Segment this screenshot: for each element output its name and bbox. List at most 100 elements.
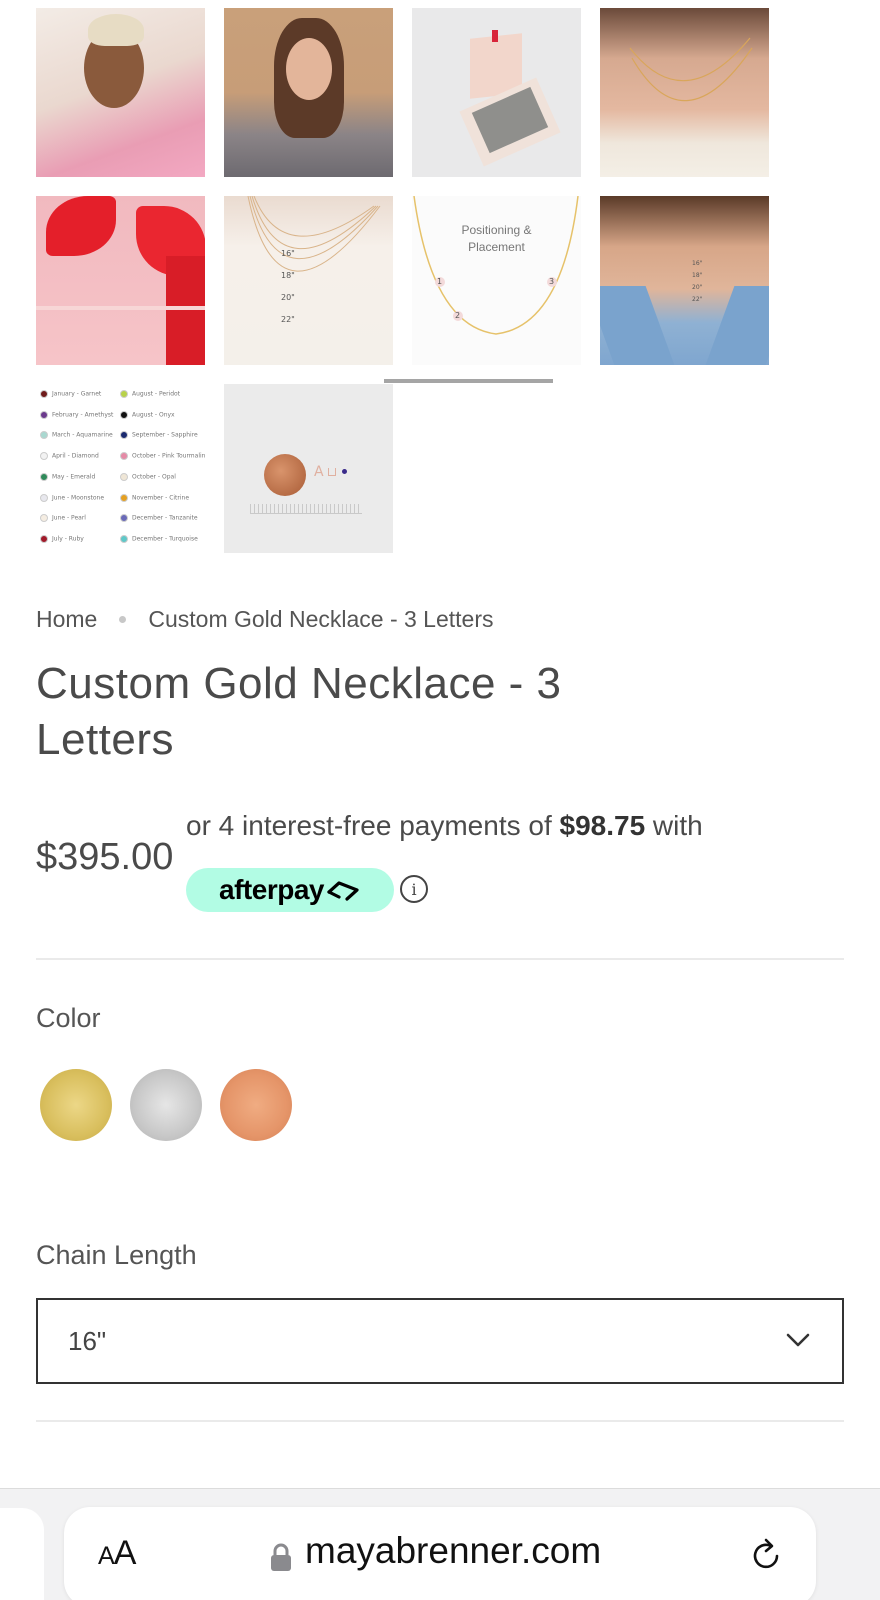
gallery-thumb-chain-length-guide[interactable]: 16" 18" 20" 22"	[224, 196, 393, 365]
birthstone-list: January - Garnet February - Amethyst March…	[36, 384, 205, 553]
birthstone-label: September - Sapphire	[132, 431, 198, 439]
penny-letter: A	[314, 464, 324, 480]
text-size-button[interactable]: AA	[98, 1534, 136, 1573]
chain-length-select[interactable]: 16"	[36, 1298, 844, 1384]
birthstone-dot	[120, 534, 128, 543]
reload-icon[interactable]	[746, 1536, 786, 1576]
birthstone-dot	[40, 534, 48, 543]
birthstone-item: August - Peridot	[120, 390, 180, 398]
gallery-thumb-layered-necklaces-sweater[interactable]	[600, 8, 769, 177]
birthstone-dot	[40, 431, 48, 440]
birthstone-dot	[120, 452, 128, 461]
birthstone-dot	[120, 431, 128, 440]
birthstone-item: May - Emerald	[40, 472, 96, 481]
color-swatch-gold[interactable]	[40, 1069, 112, 1141]
birthstone-dot	[120, 493, 128, 502]
birthstone-item: September - Sapphire	[120, 431, 198, 440]
afterpay-suffix: with	[645, 810, 703, 841]
breadcrumb-current: Custom Gold Necklace - 3 Letters	[148, 606, 494, 632]
birthstone-item: December - Tanzanite	[120, 514, 198, 523]
color-swatch-rose-gold[interactable]	[220, 1069, 292, 1141]
birthstone-item: November - Citrine	[120, 493, 190, 502]
birthstone-label: July - Ruby	[52, 535, 84, 543]
url-domain[interactable]: mayabrenner.com	[305, 1530, 601, 1572]
birthstone-item: December - Turquoise	[120, 534, 198, 543]
gallery-thumb-gift-box[interactable]	[412, 8, 581, 177]
chevron-down-icon	[786, 1333, 810, 1347]
marker-1: 1	[437, 277, 443, 286]
length-label-18: 18"	[281, 271, 295, 280]
divider	[36, 958, 844, 960]
gallery-thumb-size-reference-penny[interactable]: A	[224, 384, 393, 553]
birthstone-label: June - Pearl	[52, 514, 86, 522]
birthstone-dot	[40, 493, 48, 502]
breadcrumb-separator	[119, 616, 127, 623]
birthstone-label: February - Amethyst	[52, 411, 114, 419]
length-label-22: 22"	[281, 315, 295, 324]
birthstone-item: February - Amethyst	[40, 410, 114, 419]
birthstone-label: October - Pink Tourmaline	[132, 452, 205, 460]
birthstone-label: December - Tanzanite	[132, 514, 198, 522]
birthstone-dot	[40, 452, 48, 461]
chain-length-value: 16"	[68, 1325, 107, 1356]
birthstone-item: October - Pink Tourmaline	[120, 452, 205, 461]
birthstone-label: March - Aquamarine	[52, 431, 113, 439]
birthstone-dot	[40, 472, 48, 481]
chain-length-label: Chain Length	[36, 1240, 197, 1270]
marker-2: 2	[455, 311, 461, 320]
birthstone-label: May - Emerald	[52, 473, 96, 481]
denim-length-20: 20"	[692, 284, 703, 291]
birthstone-label: November - Citrine	[132, 494, 190, 501]
birthstone-label: August - Onyx	[132, 411, 175, 419]
denim-length-22: 22"	[692, 296, 703, 303]
gallery-thumb-positioning-diagram[interactable]: Positioning & Placement 1 2 3	[412, 196, 581, 365]
afterpay-amount: $98.75	[559, 810, 646, 841]
denim-length-18: 18"	[692, 272, 703, 279]
length-label-16: 16"	[281, 249, 295, 258]
afterpay-logo-text: afterpay	[219, 874, 324, 905]
birthstone-label: April - Diamond	[52, 452, 99, 460]
birthstone-dot	[120, 472, 128, 481]
birthstone-item: January - Garnet	[40, 390, 101, 398]
birthstone-dot	[40, 390, 48, 398]
marker-3: 3	[549, 277, 555, 286]
birthstone-label: October - Opal	[132, 473, 176, 481]
color-label: Color	[36, 1003, 101, 1033]
gallery-thumb-necklaces-red-ribbon[interactable]	[36, 196, 205, 365]
birthstone-item: June - Pearl	[40, 514, 86, 523]
birthstone-item: October - Opal	[120, 472, 176, 481]
length-label-20: 20"	[281, 293, 295, 302]
gallery-active-indicator	[384, 379, 553, 383]
birthstone-item: April - Diamond	[40, 452, 99, 461]
divider	[36, 1420, 844, 1422]
birthstone-dot	[120, 390, 128, 398]
birthstone-dot	[40, 410, 48, 419]
breadcrumb-home-link[interactable]: Home	[36, 606, 97, 633]
breadcrumb: Home Custom Gold Necklace - 3 Letters	[36, 606, 494, 633]
birthstone-dot	[120, 410, 128, 419]
afterpay-arrows-icon	[327, 881, 359, 901]
birthstone-label: August - Peridot	[132, 390, 181, 398]
birthstone-item: March - Aquamarine	[40, 431, 113, 440]
gallery-thumb-model-denim-shirt[interactable]: 16" 18" 20" 22"	[600, 196, 769, 365]
denim-length-16: 16"	[692, 260, 703, 267]
birthstone-label: January - Garnet	[52, 390, 102, 398]
color-swatch-silver[interactable]	[130, 1069, 202, 1141]
birthstone-label: December - Turquoise	[132, 535, 198, 543]
birthstone-label: June - Moonstone	[52, 494, 105, 501]
product-title: Custom Gold Necklace - 3 Letters	[36, 659, 562, 764]
lock-icon	[271, 1543, 291, 1571]
birthstone-item: August - Onyx	[120, 410, 175, 419]
birthstone-item: July - Ruby	[40, 534, 84, 543]
product-price: $395.00	[36, 836, 174, 878]
info-icon[interactable]: i	[400, 875, 428, 903]
gallery-thumb-model-pink-pajamas[interactable]	[36, 8, 205, 177]
afterpay-logo-button[interactable]: afterpay	[186, 868, 394, 912]
previous-tab-edge[interactable]	[0, 1508, 44, 1600]
afterpay-message: or 4 interest-free payments of $98.75 wi…	[186, 810, 703, 842]
gallery-thumb-model-gray-top[interactable]	[224, 8, 393, 177]
afterpay-prefix: or 4 interest-free payments of	[186, 810, 560, 841]
gallery-thumb-birthstone-chart[interactable]: January - Garnet February - Amethyst March…	[36, 384, 205, 553]
birthstone-dot	[120, 514, 128, 523]
birthstone-item: June - Moonstone	[40, 493, 105, 502]
